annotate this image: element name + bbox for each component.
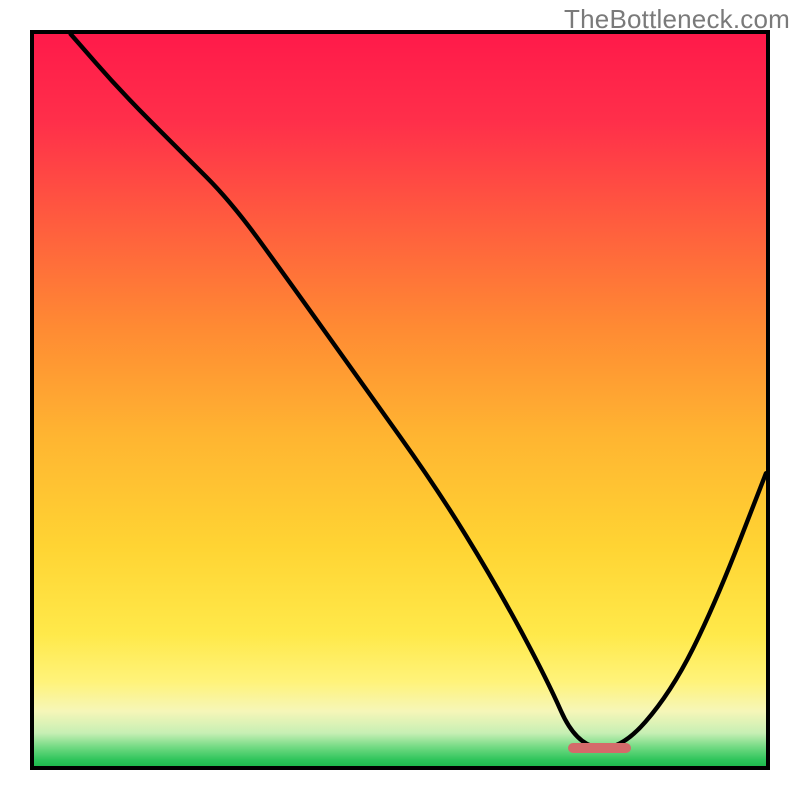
optimum-marker xyxy=(568,743,630,753)
data-curve xyxy=(34,34,766,766)
plot-area xyxy=(30,30,770,770)
